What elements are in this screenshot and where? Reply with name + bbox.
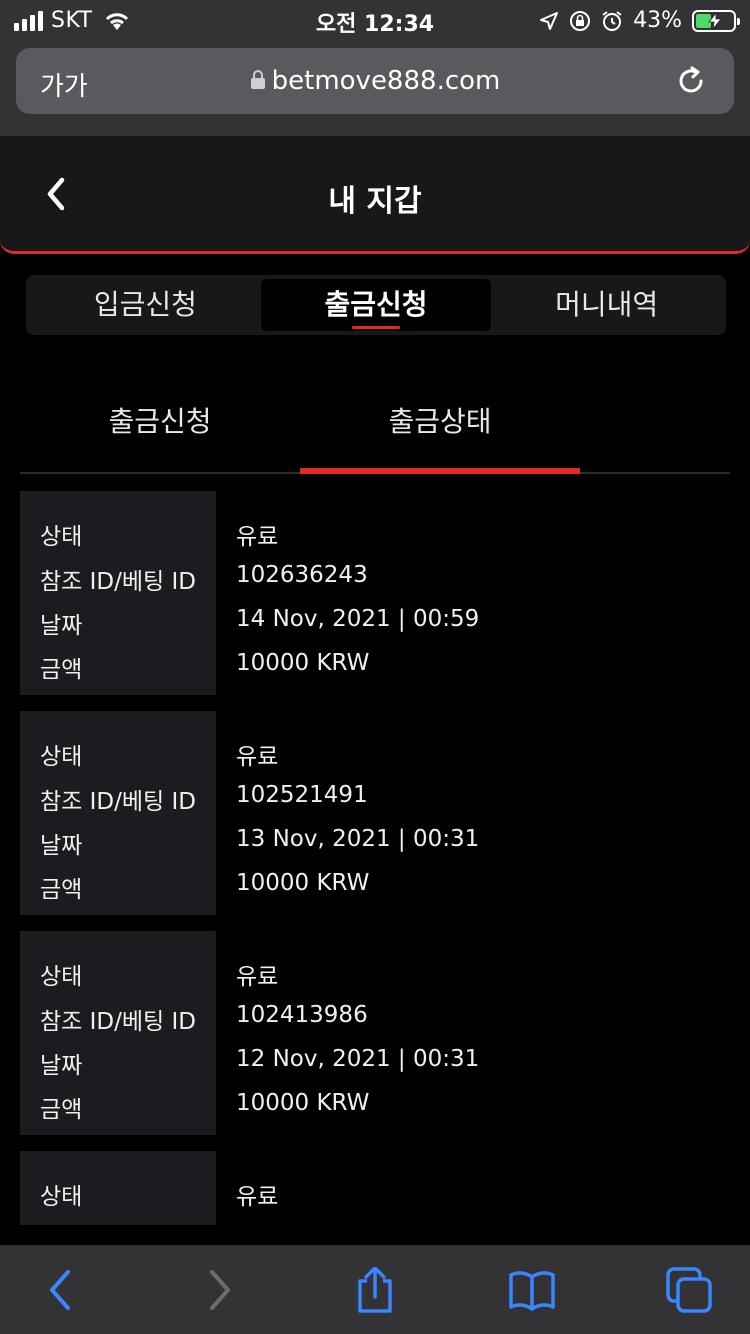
- wallet-tabs: 입금신청 출금신청 머니내역: [26, 275, 726, 335]
- status-label: 상태: [40, 964, 83, 990]
- ref-id-label: 참조 ID/베팅 ID: [40, 1009, 196, 1035]
- record-row-amount: 금액 10000 KRW: [20, 864, 730, 908]
- withdraw-record: 상태 유료 참조 ID/베팅 ID 102413986 날짜 12 Nov, 2…: [20, 931, 730, 1135]
- page-title: 내 지갑: [328, 184, 422, 219]
- amount-value: 10000 KRW: [236, 1090, 370, 1116]
- status-value: 유료: [236, 524, 279, 550]
- url-text: betmove888.com: [271, 66, 501, 96]
- amount-value: 10000 KRW: [236, 870, 370, 896]
- tab-withdraw[interactable]: 출금신청: [260, 279, 492, 331]
- ref-id-value: 102413986: [236, 1002, 368, 1028]
- battery-percent: 43%: [633, 8, 682, 33]
- location-icon: [540, 11, 559, 30]
- record-row-status: 상태 유료: [20, 1171, 730, 1215]
- browser-toolbar: [0, 1245, 750, 1334]
- orientation-lock-icon: [570, 10, 591, 31]
- date-label: 날짜: [40, 1053, 83, 1079]
- amount-label: 금액: [40, 1097, 83, 1123]
- ref-id-label: 참조 ID/베팅 ID: [40, 569, 196, 595]
- alarm-icon: [602, 10, 622, 31]
- amount-label: 금액: [40, 657, 83, 683]
- status-right: 43%: [539, 8, 740, 33]
- ref-id-label: 참조 ID/베팅 ID: [40, 789, 196, 815]
- lock-icon: [250, 69, 265, 89]
- status-value: 유료: [236, 1184, 279, 1210]
- ref-id-value: 102521491: [236, 782, 368, 808]
- date-value: 14 Nov, 2021 | 00:59: [236, 606, 480, 632]
- withdraw-record: 상태 유료 참조 ID/베팅 ID 102521491 날짜 13 Nov, 2…: [20, 711, 730, 915]
- subtab-withdraw-request[interactable]: 출금신청: [20, 400, 300, 440]
- browser-address-area: 가가 betmove888.com: [0, 40, 750, 136]
- status-label: 상태: [40, 744, 83, 770]
- status-value: 유료: [236, 744, 279, 770]
- status-bar: SKT 오전 12:34 43%: [0, 0, 750, 40]
- status-label: 상태: [40, 1184, 83, 1210]
- back-arrow-icon[interactable]: [38, 1267, 88, 1313]
- withdraw-record: 상태 유료 참조 ID/베팅 ID 102636243 날짜 14 Nov, 2…: [20, 491, 730, 695]
- tab-money-history[interactable]: 머니내역: [491, 279, 722, 331]
- ref-id-value: 102636243: [236, 562, 368, 588]
- withdraw-sub-tabs: 출금신청 출금상태: [20, 380, 730, 474]
- address-bar[interactable]: 가가 betmove888.com: [16, 48, 734, 114]
- charging-bolt-icon: [708, 12, 722, 29]
- record-row-date: 날짜 13 Nov, 2021 | 00:31: [20, 820, 730, 864]
- record-row-date: 날짜 12 Nov, 2021 | 00:31: [20, 1040, 730, 1084]
- date-value: 12 Nov, 2021 | 00:31: [236, 1046, 480, 1072]
- url-display[interactable]: betmove888.com: [16, 66, 734, 96]
- record-row-status: 상태 유료: [20, 731, 730, 775]
- amount-value: 10000 KRW: [236, 650, 370, 676]
- date-label: 날짜: [40, 833, 83, 859]
- record-row-status: 상태 유료: [20, 951, 730, 995]
- forward-arrow-icon: [210, 1270, 230, 1310]
- active-subtab-indicator: [300, 468, 580, 474]
- tab-deposit[interactable]: 입금신청: [30, 279, 261, 331]
- status-value: 유료: [236, 964, 279, 990]
- subtab-withdraw-status[interactable]: 출금상태: [300, 400, 580, 440]
- share-icon[interactable]: [350, 1267, 400, 1313]
- record-row-amount: 금액 10000 KRW: [20, 644, 730, 688]
- record-row-status: 상태 유료: [20, 511, 730, 555]
- record-row-date: 날짜 14 Nov, 2021 | 00:59: [20, 600, 730, 644]
- amount-label: 금액: [40, 877, 83, 903]
- record-row-ref-id: 참조 ID/베팅 ID 102636243: [20, 556, 730, 600]
- bookmarks-icon[interactable]: [507, 1267, 557, 1313]
- date-label: 날짜: [40, 613, 83, 639]
- withdraw-record: 상태 유료: [20, 1151, 730, 1225]
- record-row-ref-id: 참조 ID/베팅 ID 102413986: [20, 996, 730, 1040]
- date-value: 13 Nov, 2021 | 00:31: [236, 826, 480, 852]
- app-header: 내 지갑: [0, 136, 750, 254]
- record-row-amount: 금액 10000 KRW: [20, 1084, 730, 1128]
- status-label: 상태: [40, 524, 83, 550]
- record-row-ref-id: 참조 ID/베팅 ID 102521491: [20, 776, 730, 820]
- battery-icon: [692, 9, 740, 32]
- reload-icon[interactable]: [674, 64, 708, 98]
- tabs-icon[interactable]: [664, 1267, 714, 1313]
